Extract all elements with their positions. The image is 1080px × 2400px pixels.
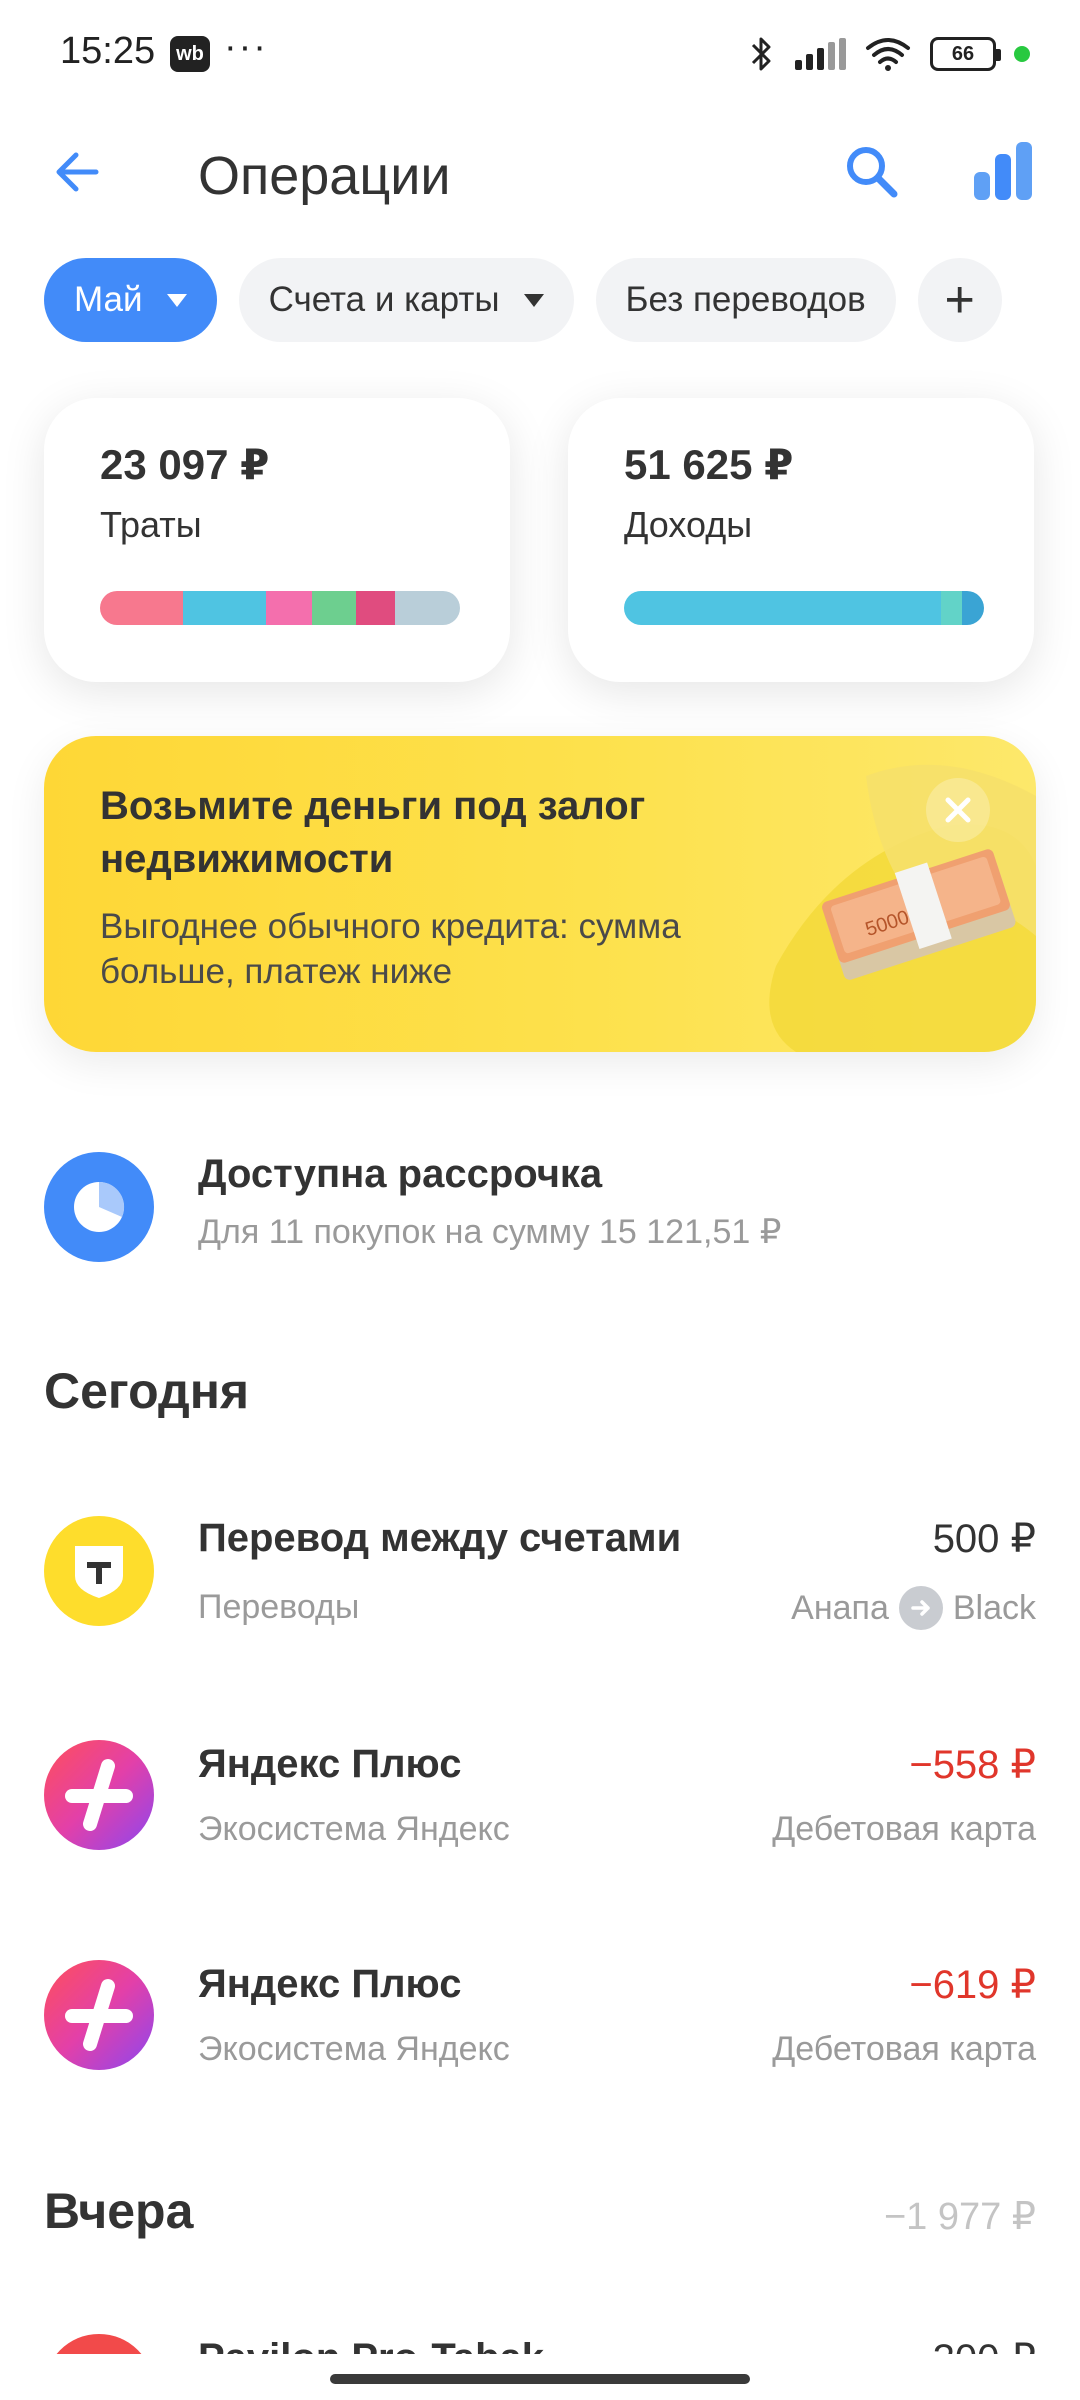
installment-title[interactable]: Доступна рассрочка — [198, 1152, 602, 1197]
transaction-account: Дебетовая карта — [772, 2030, 1036, 2069]
transaction-category: Экосистема Яндекс — [198, 1810, 510, 1848]
installment-subtitle: Для 11 покупок на сумму 15 121,51 ₽ — [198, 1213, 782, 1251]
transaction-account-label: Дебетовая карта — [772, 2030, 1036, 2068]
transaction-title[interactable]: Перевод между счетами — [198, 1516, 681, 1561]
home-indicator[interactable] — [330, 2374, 750, 2384]
spending-amount: 23 097 ₽ — [100, 441, 270, 488]
section-header-today: Сегодня — [44, 1363, 250, 1419]
transaction-amount: 500 ₽ — [932, 1517, 1036, 1561]
income-label: Доходы — [624, 504, 753, 545]
section-header-yesterday: Вчера — [44, 2183, 194, 2239]
spending-summary-card[interactable]: 23 097 ₽ Траты — [44, 398, 510, 682]
filter-no-transfers-label: Без переводов — [625, 280, 866, 319]
filter-accounts-chip[interactable]: Счета и карты — [238, 258, 574, 342]
income-category-bar — [624, 591, 984, 625]
status-bar: 15:25 wb ··· 66 — [0, 0, 1080, 110]
transfer-to-account: Black — [952, 1588, 1036, 1627]
category-segment — [624, 591, 941, 625]
filter-no-transfers-chip[interactable]: Без переводов — [595, 258, 896, 342]
more-notifications-icon: ··· — [224, 26, 268, 68]
transaction-amount: −619 ₽ — [909, 1963, 1036, 2007]
filter-bar: Май Счета и карты Без переводов + — [44, 258, 1002, 342]
analytics-icon[interactable] — [970, 138, 1036, 204]
plus-icon: + — [944, 271, 975, 329]
battery-level: 66 — [951, 42, 975, 65]
installment-pie-icon[interactable] — [44, 1152, 154, 1262]
status-time: 15:25 — [60, 30, 156, 72]
filter-period-label: Май — [74, 280, 143, 319]
transfer-from-account: Анапа — [791, 1588, 889, 1627]
income-summary-card[interactable]: 51 625 ₽ Доходы — [568, 398, 1034, 682]
privacy-indicator-dot — [1014, 46, 1030, 62]
spending-category-bar — [100, 591, 460, 625]
category-segment — [100, 591, 183, 625]
section-total-yesterday: −1 977 ₽ — [883, 2196, 1036, 2238]
income-amount: 51 625 ₽ — [624, 441, 794, 488]
transaction-title[interactable]: Яндекс Плюс — [198, 1962, 461, 2007]
chevron-down-icon — [166, 293, 187, 307]
filter-accounts-label: Счета и карты — [268, 280, 500, 319]
category-segment — [265, 591, 313, 625]
category-segment — [355, 591, 396, 625]
add-filter-button[interactable]: + — [917, 258, 1002, 342]
promo-title: Возьмите деньги под залог недвижимости — [100, 784, 646, 881]
promo-text: Выгоднее обычного кредита: сумма больше,… — [100, 907, 681, 991]
promo-banner[interactable]: Возьмите деньги под залог недвижимости В… — [44, 736, 1036, 1052]
arrow-right-icon — [898, 1586, 943, 1630]
chevron-down-icon — [523, 293, 544, 307]
search-icon[interactable] — [840, 140, 904, 204]
app-header: Операции — [0, 120, 1080, 230]
back-arrow-icon[interactable] — [48, 142, 108, 202]
close-icon — [945, 797, 971, 823]
transaction-account: Дебетовая карта — [772, 1810, 1036, 1849]
category-segment — [395, 591, 460, 625]
category-segment — [182, 591, 266, 625]
yandex-plus-icon — [44, 1740, 154, 1850]
category-segment — [312, 591, 356, 625]
transaction-category: Экосистема Яндекс — [198, 2030, 510, 2068]
transfer-route: Анапа Black — [791, 1586, 1036, 1630]
money-stack-illustration: 5000 — [769, 764, 1036, 1052]
transaction-account-label: Дебетовая карта — [772, 1810, 1036, 1848]
tinkoff-shield-icon — [44, 1516, 154, 1626]
signal-icon — [795, 38, 846, 70]
page-title: Операции — [198, 146, 451, 206]
category-segment — [940, 591, 963, 625]
battery-icon: 66 — [930, 37, 1001, 71]
transaction-amount: −558 ₽ — [909, 1743, 1036, 1787]
filter-period-chip[interactable]: Май — [44, 258, 217, 342]
wifi-icon — [866, 38, 910, 71]
transaction-title[interactable]: Яндекс Плюс — [198, 1742, 461, 1787]
bluetooth-icon — [751, 37, 771, 71]
close-promo-button[interactable] — [926, 778, 990, 842]
wildberries-notification-icon: wb — [170, 36, 210, 72]
category-segment — [962, 591, 984, 625]
spending-label: Траты — [100, 504, 202, 545]
yandex-plus-icon — [44, 1960, 154, 2070]
transaction-category: Переводы — [198, 1588, 360, 1626]
